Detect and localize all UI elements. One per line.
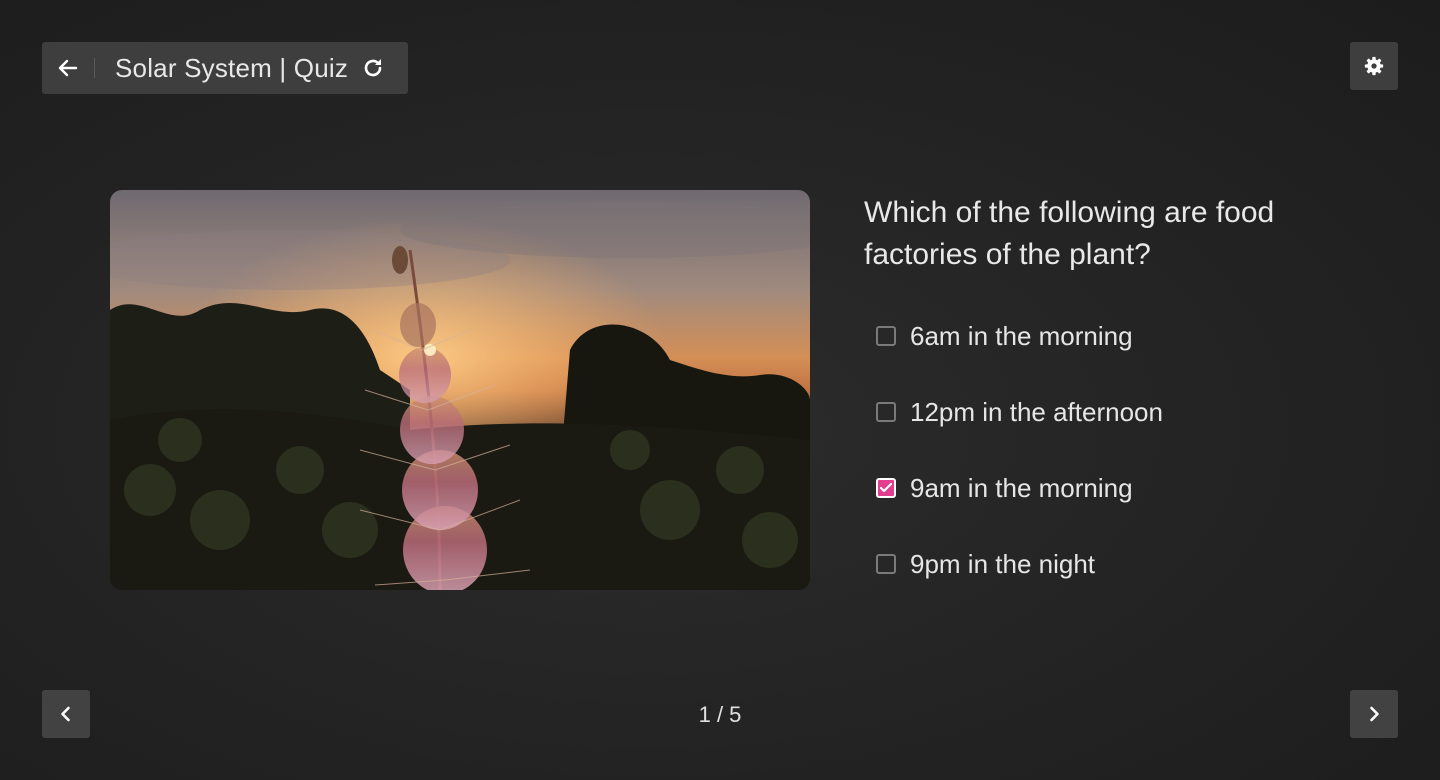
quiz-header: Solar System | Quiz [42,42,408,94]
option-3[interactable]: 9am in the morning [876,464,1163,512]
question-image [110,190,810,590]
option-3-label: 9am in the morning [910,472,1133,503]
option-1[interactable]: 6am in the morning [876,312,1163,360]
option-2[interactable]: 12pm in the afternoon [876,388,1163,436]
option-3-checkbox[interactable] [876,478,896,498]
check-icon [879,482,893,493]
page-indicator: 1 / 5 [698,702,742,727]
reload-button[interactable] [360,55,386,81]
question-text: Which of the following are food factorie… [864,196,1275,271]
back-button[interactable] [42,42,94,94]
answer-options: 6am in the morning 12pm in the afternoon… [876,312,1163,616]
option-4[interactable]: 9pm in the night [876,540,1163,588]
option-4-label: 9pm in the night [910,548,1096,579]
refresh-icon [364,59,382,77]
option-2-label: 12pm in the afternoon [910,396,1163,427]
next-button[interactable] [1350,690,1398,738]
option-4-checkbox[interactable] [876,554,896,574]
option-2-checkbox[interactable] [876,402,896,422]
header-divider [94,58,95,78]
chevron-left-icon [61,706,70,722]
previous-button[interactable] [42,690,90,738]
arrow-left-icon [58,59,78,77]
quiz-title: Solar System | Quiz [115,52,349,83]
chevron-right-icon [1370,706,1379,722]
option-1-label: 6am in the morning [910,320,1133,351]
option-1-checkbox[interactable] [876,326,896,346]
settings-button[interactable] [1350,42,1398,90]
gear-icon [1364,56,1384,76]
